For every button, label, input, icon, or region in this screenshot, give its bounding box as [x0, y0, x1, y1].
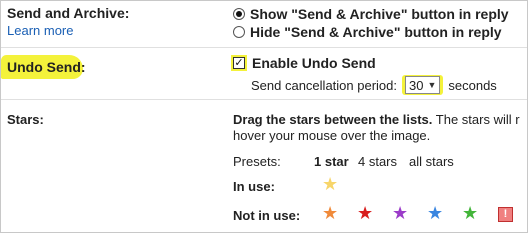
green-star-icon[interactable]: ★: [462, 204, 478, 222]
enable-undo-send-option[interactable]: ✓ Enable Undo Send: [231, 55, 376, 71]
yellow-star-icon[interactable]: ★: [322, 175, 338, 193]
in-use-label: In use:: [233, 179, 275, 194]
hide-send-archive-radio[interactable]: [233, 26, 245, 38]
stars-instruction: Drag the stars between the lists. The st…: [233, 112, 520, 127]
stars-instruction-line2: hover your mouse over the image.: [233, 128, 431, 143]
learn-more-link[interactable]: Learn more: [7, 23, 73, 38]
preset-1-star[interactable]: 1 star: [314, 154, 349, 169]
not-in-use-label: Not in use:: [233, 208, 301, 223]
show-send-archive-option[interactable]: Show "Send & Archive" button in reply: [233, 6, 509, 22]
orange-star-icon[interactable]: ★: [322, 204, 338, 222]
hide-send-archive-option[interactable]: Hide "Send & Archive" button in reply: [233, 24, 502, 40]
purple-star-icon[interactable]: ★: [392, 204, 408, 222]
stars-label: Stars:: [7, 112, 44, 127]
red-bang-icon[interactable]: !: [498, 207, 513, 222]
presets-label: Presets:: [233, 154, 281, 169]
preset-all-stars[interactable]: all stars: [409, 154, 454, 169]
stars-instruction-rest: The stars will r: [435, 112, 520, 127]
red-star-icon[interactable]: ★: [357, 204, 373, 222]
show-send-archive-radio[interactable]: [233, 8, 245, 20]
undo-send-label: Undo Send:: [7, 59, 86, 75]
checkbox-highlight: ✓: [231, 55, 247, 71]
preset-4-stars[interactable]: 4 stars: [358, 154, 397, 169]
hide-send-archive-label: Hide "Send & Archive" button in reply: [250, 24, 502, 40]
blue-star-icon[interactable]: ★: [427, 204, 443, 222]
cancellation-period-select[interactable]: 30 ▼: [405, 76, 441, 94]
enable-undo-send-checkbox[interactable]: ✓: [233, 57, 245, 69]
chevron-down-icon: ▼: [427, 80, 437, 90]
cancellation-period-row: Send cancellation period: 30 ▼ seconds: [251, 75, 497, 95]
undo-send-row: Undo Send: ✓ Enable Undo Send Send cance…: [1, 47, 527, 99]
send-archive-row: Send and Archive: Learn more Show "Send …: [1, 1, 527, 47]
settings-panel: Send and Archive: Learn more Show "Send …: [0, 0, 528, 233]
show-send-archive-label: Show "Send & Archive" button in reply: [250, 6, 509, 22]
stars-row: Stars: Drag the stars between the lists.…: [1, 99, 527, 232]
period-select-highlight: 30 ▼: [402, 75, 444, 95]
cancellation-period-unit: seconds: [448, 77, 497, 93]
enable-undo-send-label: Enable Undo Send: [252, 55, 376, 71]
send-archive-label: Send and Archive:: [7, 5, 130, 21]
stars-instruction-bold: Drag the stars between the lists.: [233, 112, 433, 127]
cancellation-period-value: 30: [409, 77, 424, 93]
cancellation-period-label: Send cancellation period:: [251, 77, 397, 93]
